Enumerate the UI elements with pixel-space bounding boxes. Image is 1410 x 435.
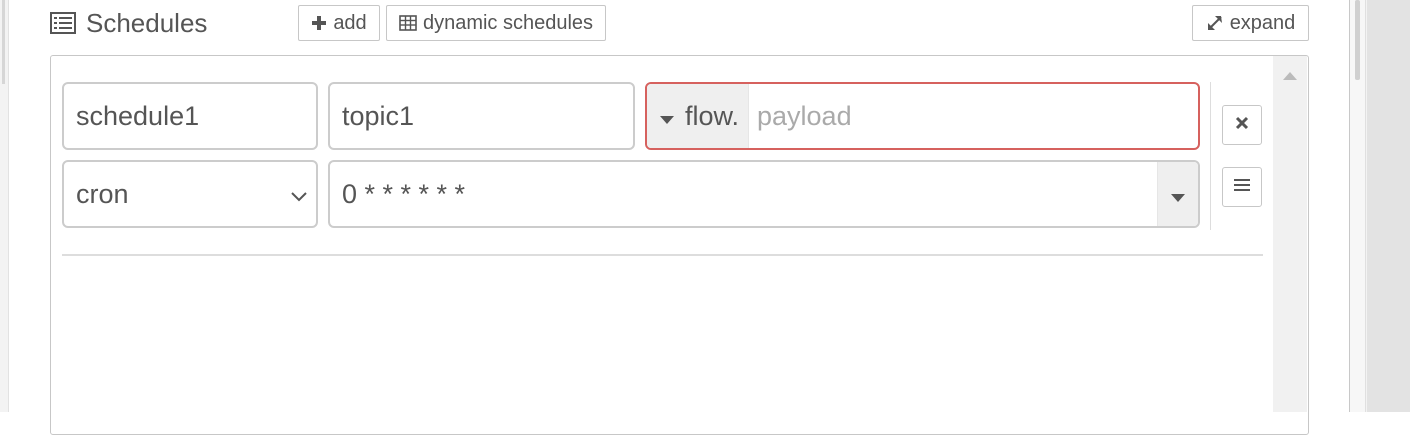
expand-button[interactable]: expand <box>1192 5 1309 41</box>
topic-input[interactable]: topic1 <box>328 82 635 150</box>
hamburger-icon <box>1233 178 1251 197</box>
payload-type-selector[interactable]: flow. <box>647 84 749 148</box>
payload-typed-input[interactable]: flow. payload <box>645 82 1200 150</box>
right-panel <box>1349 0 1410 412</box>
left-edge-mark <box>2 0 5 84</box>
remove-row-button[interactable] <box>1222 105 1262 145</box>
add-button[interactable]: add <box>298 5 380 41</box>
dynamic-schedules-button[interactable]: dynamic schedules <box>386 5 606 41</box>
page-scrollbar[interactable] <box>1350 0 1366 412</box>
right-panel-background <box>1367 0 1410 412</box>
caret-down-icon <box>1170 179 1186 210</box>
row-separator <box>62 254 1263 256</box>
schedule-name-input[interactable]: schedule1 <box>62 82 318 150</box>
schedule-type-value: cron <box>76 178 129 209</box>
close-icon <box>1235 116 1249 135</box>
section-title: Schedules <box>86 8 208 38</box>
cron-expression-value: 0 * * * * * * <box>342 178 466 209</box>
drag-handle-button[interactable] <box>1222 167 1262 207</box>
dynamic-schedules-label: dynamic schedules <box>422 11 594 34</box>
table-icon <box>399 15 417 31</box>
caret-down-icon <box>659 101 675 132</box>
expand-button-label: expand <box>1229 11 1296 34</box>
plus-icon <box>311 15 327 31</box>
schedule-type-select[interactable]: cron <box>62 160 318 228</box>
scroll-up-arrow-icon[interactable] <box>1282 68 1298 86</box>
page-scrollbar-thumb[interactable] <box>1355 0 1360 80</box>
expression-dropdown-button[interactable] <box>1157 162 1198 226</box>
payload-type-label: flow. <box>685 100 740 131</box>
list-alt-icon <box>50 11 76 35</box>
expand-icon <box>1206 14 1224 32</box>
payload-placeholder: payload <box>757 100 852 131</box>
chevron-down-icon <box>290 179 308 210</box>
left-edge <box>0 0 9 412</box>
add-button-label: add <box>333 11 367 34</box>
cron-expression-input[interactable]: 0 * * * * * * <box>328 160 1200 228</box>
list-scrollbar[interactable] <box>1273 56 1307 412</box>
row-action-divider <box>1210 82 1211 230</box>
